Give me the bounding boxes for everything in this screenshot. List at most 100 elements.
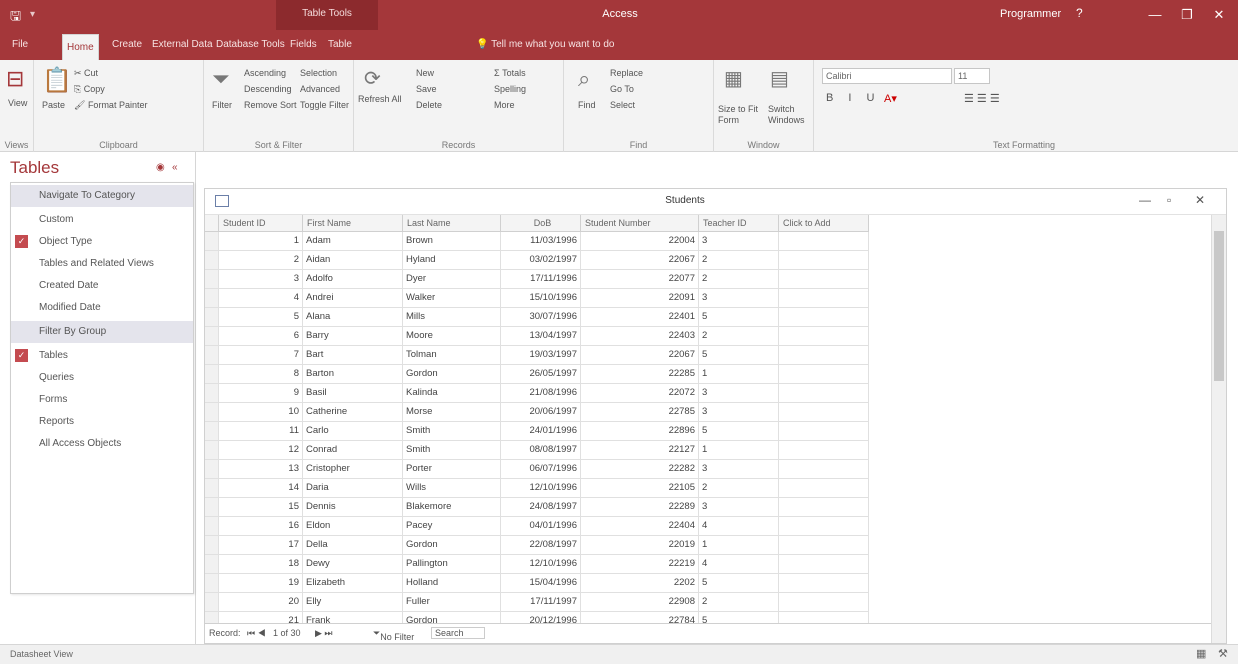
- select-all-header[interactable]: [205, 215, 219, 232]
- cell-student-number[interactable]: 22072: [581, 384, 699, 403]
- cell-last-name[interactable]: Fuller: [403, 593, 501, 612]
- cell-click-to-add[interactable]: [779, 441, 869, 460]
- cell-dob[interactable]: 03/02/1997: [501, 251, 581, 270]
- tab-table[interactable]: Table: [324, 30, 356, 60]
- cell-last-name[interactable]: Hyland: [403, 251, 501, 270]
- cell-student-id[interactable]: 20: [219, 593, 303, 612]
- col-header-student-number[interactable]: Student Number: [581, 215, 699, 232]
- cell-student-id[interactable]: 1: [219, 232, 303, 251]
- close-button[interactable]: ✕: [1204, 4, 1234, 26]
- cell-teacher-id[interactable]: 3: [699, 289, 779, 308]
- cell-dob[interactable]: 12/10/1996: [501, 479, 581, 498]
- cell-student-id[interactable]: 15: [219, 498, 303, 517]
- row-selector[interactable]: [205, 422, 219, 441]
- cell-student-id[interactable]: 14: [219, 479, 303, 498]
- doc-close-button[interactable]: ✕: [1195, 193, 1205, 207]
- cell-first-name[interactable]: Adolfo: [303, 270, 403, 289]
- table-row[interactable]: 17 Della Gordon 22/08/1997 22019 1: [205, 536, 1211, 555]
- row-selector[interactable]: [205, 308, 219, 327]
- advanced-button[interactable]: Advanced: [300, 84, 340, 94]
- cell-student-id[interactable]: 12: [219, 441, 303, 460]
- menu-item-created-date[interactable]: Created Date: [11, 275, 193, 297]
- cell-student-number[interactable]: 22219: [581, 555, 699, 574]
- refresh-icon[interactable]: ⟳: [364, 66, 381, 91]
- nav-header[interactable]: Tables ◉ «: [6, 156, 190, 178]
- font-size-box[interactable]: 11: [954, 68, 990, 84]
- cell-dob[interactable]: 11/03/1996: [501, 232, 581, 251]
- menu-item-custom[interactable]: Custom: [11, 209, 193, 231]
- table-row[interactable]: 13 Cristopher Porter 06/07/1996 22282 3: [205, 460, 1211, 479]
- cell-student-number[interactable]: 22285: [581, 365, 699, 384]
- cell-student-number[interactable]: 22784: [581, 612, 699, 623]
- cell-dob[interactable]: 06/07/1996: [501, 460, 581, 479]
- cell-last-name[interactable]: Blakemore: [403, 498, 501, 517]
- row-selector[interactable]: [205, 460, 219, 479]
- table-row[interactable]: 3 Adolfo Dyer 17/11/1996 22077 2: [205, 270, 1211, 289]
- cell-student-id[interactable]: 2: [219, 251, 303, 270]
- cell-first-name[interactable]: Alana: [303, 308, 403, 327]
- cell-dob[interactable]: 08/08/1997: [501, 441, 581, 460]
- cell-last-name[interactable]: Wills: [403, 479, 501, 498]
- cell-last-name[interactable]: Holland: [403, 574, 501, 593]
- row-selector[interactable]: [205, 555, 219, 574]
- descending-button[interactable]: Descending: [244, 84, 292, 94]
- cell-dob[interactable]: 20/06/1997: [501, 403, 581, 422]
- row-selector[interactable]: [205, 593, 219, 612]
- cell-dob[interactable]: 20/12/1996: [501, 612, 581, 623]
- cell-student-number[interactable]: 22289: [581, 498, 699, 517]
- cell-teacher-id[interactable]: 2: [699, 251, 779, 270]
- row-selector[interactable]: [205, 479, 219, 498]
- cell-teacher-id[interactable]: 1: [699, 365, 779, 384]
- cell-teacher-id[interactable]: 3: [699, 403, 779, 422]
- cell-click-to-add[interactable]: [779, 308, 869, 327]
- font-name-box[interactable]: Calibri: [822, 68, 952, 84]
- cell-student-id[interactable]: 11: [219, 422, 303, 441]
- cell-teacher-id[interactable]: 1: [699, 536, 779, 555]
- cell-dob[interactable]: 19/03/1997: [501, 346, 581, 365]
- goto-button[interactable]: Go To: [610, 84, 634, 94]
- cell-teacher-id[interactable]: 1: [699, 441, 779, 460]
- cell-first-name[interactable]: Adam: [303, 232, 403, 251]
- cell-click-to-add[interactable]: [779, 536, 869, 555]
- cell-last-name[interactable]: Smith: [403, 441, 501, 460]
- cell-student-number[interactable]: 22896: [581, 422, 699, 441]
- row-selector[interactable]: [205, 517, 219, 536]
- more-button[interactable]: More: [494, 100, 515, 110]
- table-row[interactable]: 8 Barton Gordon 26/05/1997 22285 1: [205, 365, 1211, 384]
- toggle-filter-button[interactable]: Toggle Filter: [300, 100, 349, 110]
- table-row[interactable]: 11 Carlo Smith 24/01/1996 22896 5: [205, 422, 1211, 441]
- table-row[interactable]: 10 Catherine Morse 20/06/1997 22785 3: [205, 403, 1211, 422]
- cell-click-to-add[interactable]: [779, 365, 869, 384]
- cell-last-name[interactable]: Mills: [403, 308, 501, 327]
- next-record-button[interactable]: ▶ ⏭: [315, 628, 333, 639]
- menu-item-reports[interactable]: Reports: [11, 411, 193, 433]
- cell-teacher-id[interactable]: 2: [699, 327, 779, 346]
- design-view-icon[interactable]: ⚒: [1218, 647, 1228, 660]
- cell-click-to-add[interactable]: [779, 251, 869, 270]
- minimize-button[interactable]: —: [1140, 4, 1170, 26]
- cell-dob[interactable]: 17/11/1996: [501, 270, 581, 289]
- cell-student-id[interactable]: 19: [219, 574, 303, 593]
- tab-create[interactable]: Create: [108, 30, 146, 60]
- cell-last-name[interactable]: Gordon: [403, 365, 501, 384]
- cell-click-to-add[interactable]: [779, 517, 869, 536]
- row-selector[interactable]: [205, 270, 219, 289]
- menu-item-object-type[interactable]: ✓ Object Type: [11, 231, 193, 253]
- menu-item-tables-views[interactable]: Tables and Related Views: [11, 253, 193, 275]
- cell-teacher-id[interactable]: 3: [699, 460, 779, 479]
- row-selector[interactable]: [205, 498, 219, 517]
- size-to-fit-icon[interactable]: ▦: [724, 66, 743, 91]
- collapse-icon[interactable]: «: [172, 162, 178, 173]
- row-selector[interactable]: [205, 441, 219, 460]
- cell-first-name[interactable]: Barton: [303, 365, 403, 384]
- row-selector[interactable]: [205, 612, 219, 623]
- cell-teacher-id[interactable]: 3: [699, 498, 779, 517]
- cell-dob[interactable]: 12/10/1996: [501, 555, 581, 574]
- search-box[interactable]: Search: [431, 627, 485, 639]
- cell-dob[interactable]: 24/01/1996: [501, 422, 581, 441]
- col-header-first-name[interactable]: First Name: [303, 215, 403, 232]
- switch-windows-icon[interactable]: ▤: [770, 66, 789, 91]
- cell-teacher-id[interactable]: 5: [699, 308, 779, 327]
- cell-student-number[interactable]: 22282: [581, 460, 699, 479]
- tab-fields[interactable]: Fields: [286, 30, 321, 60]
